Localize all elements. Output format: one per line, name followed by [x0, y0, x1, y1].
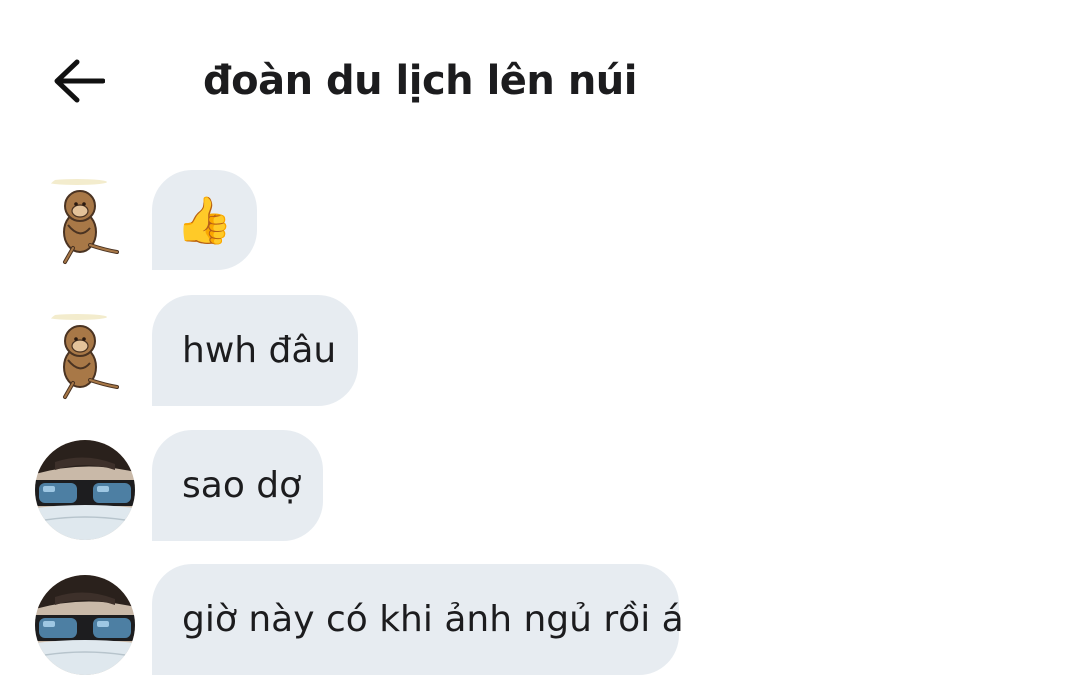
message-text: giờ này có khi ảnh ngủ rồi á: [182, 599, 684, 640]
message-bubble[interactable]: sao dợ: [152, 430, 323, 541]
sunglasses-mask-avatar[interactable]: [35, 575, 135, 675]
message-bubble[interactable]: giờ này có khi ảnh ngủ rồi á: [152, 564, 684, 675]
monkey-sticker-avatar[interactable]: [35, 170, 135, 270]
message-bubble[interactable]: 👍: [152, 170, 257, 270]
sunglasses-mask-avatar[interactable]: [35, 440, 135, 540]
message-bubble[interactable]: hwh đâu: [152, 295, 358, 406]
chat-screen: đoàn du lịch lên núi 👍 hwh đâu sao dợ gi…: [0, 0, 1080, 691]
chat-title: đoàn du lịch lên núi: [203, 58, 637, 104]
monkey-sticker-avatar[interactable]: [35, 305, 135, 405]
back-button[interactable]: [44, 46, 114, 116]
arrow-left-icon: [54, 59, 105, 103]
message-text: hwh đâu: [182, 330, 337, 371]
thumbs-up-icon: 👍: [175, 193, 234, 247]
message-text: sao dợ: [182, 465, 302, 506]
